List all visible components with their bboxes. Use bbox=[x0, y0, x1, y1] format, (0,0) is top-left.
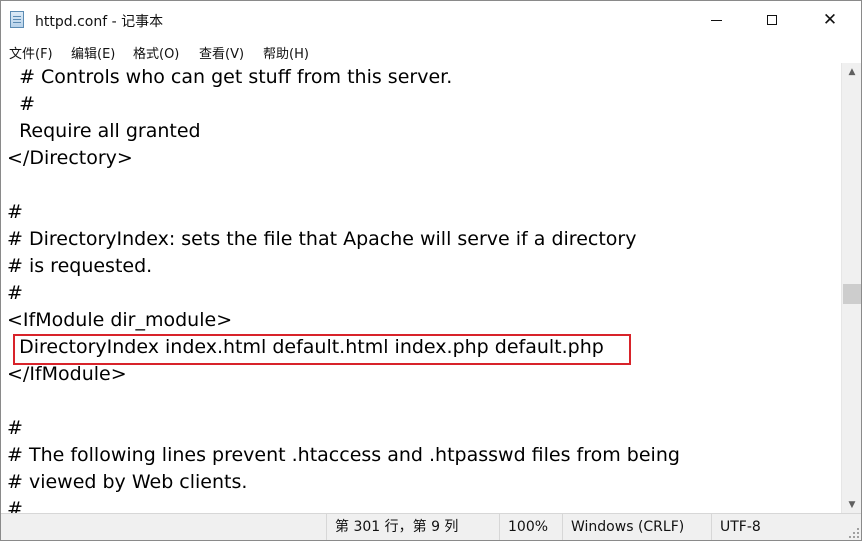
editor-line: </Directory> bbox=[7, 147, 133, 169]
scroll-up-arrow-icon[interactable]: ▲ bbox=[842, 63, 861, 80]
menu-help[interactable]: 帮助(H) bbox=[263, 43, 309, 62]
highlight-box bbox=[13, 334, 631, 365]
menu-view[interactable]: 查看(V) bbox=[199, 43, 244, 62]
resize-grip-icon[interactable] bbox=[849, 528, 859, 538]
close-button[interactable]: ✕ bbox=[807, 1, 853, 39]
editor-line: # Controls who can get stuff from this s… bbox=[7, 66, 453, 88]
zoom-level: 100% bbox=[499, 514, 548, 540]
editor-line: # viewed by Web clients. bbox=[7, 471, 248, 493]
scroll-thumb[interactable] bbox=[843, 284, 861, 304]
notepad-icon bbox=[10, 11, 24, 28]
minimize-button[interactable] bbox=[693, 1, 739, 39]
editor-line: # bbox=[7, 282, 23, 304]
maximize-icon bbox=[767, 15, 777, 25]
encoding: UTF-8 bbox=[711, 514, 761, 540]
title-bar[interactable]: httpd.conf - 记事本 ✕ bbox=[1, 1, 861, 39]
editor-line: <IfModule dir_module> bbox=[7, 309, 233, 331]
minimize-icon bbox=[710, 19, 722, 21]
editor-line: </IfModule> bbox=[7, 363, 127, 385]
editor-line: # bbox=[7, 417, 23, 439]
vertical-scrollbar[interactable]: ▲ ▼ bbox=[841, 63, 861, 513]
cursor-position: 第 301 行，第 9 列 bbox=[326, 514, 458, 540]
menu-bar: 文件(F) 编辑(E) 格式(O) 查看(V) 帮助(H) bbox=[1, 39, 861, 63]
window-title: httpd.conf - 记事本 bbox=[35, 14, 164, 30]
menu-file[interactable]: 文件(F) bbox=[9, 43, 53, 62]
editor-line: # bbox=[7, 93, 35, 115]
editor-line: Require all granted bbox=[7, 120, 201, 142]
menu-edit[interactable]: 编辑(E) bbox=[71, 43, 115, 62]
maximize-button[interactable] bbox=[749, 1, 795, 39]
editor-line: # The following lines prevent .htaccess … bbox=[7, 444, 680, 466]
text-editor[interactable]: # Controls who can get stuff from this s… bbox=[1, 63, 841, 513]
editor-line: # DirectoryIndex: sets the file that Apa… bbox=[7, 228, 637, 250]
notepad-window: httpd.conf - 记事本 ✕ 文件(F) 编辑(E) 格式(O) 查看(… bbox=[0, 0, 862, 541]
status-bar: 第 301 行，第 9 列 100% Windows (CRLF) UTF-8 bbox=[1, 513, 861, 540]
close-icon: ✕ bbox=[822, 10, 838, 30]
menu-format[interactable]: 格式(O) bbox=[133, 43, 179, 62]
line-ending: Windows (CRLF) bbox=[562, 514, 684, 540]
editor-line: # bbox=[7, 498, 23, 513]
scroll-down-arrow-icon[interactable]: ▼ bbox=[842, 496, 861, 513]
editor-line: # is requested. bbox=[7, 255, 153, 277]
editor-line: # bbox=[7, 201, 23, 223]
